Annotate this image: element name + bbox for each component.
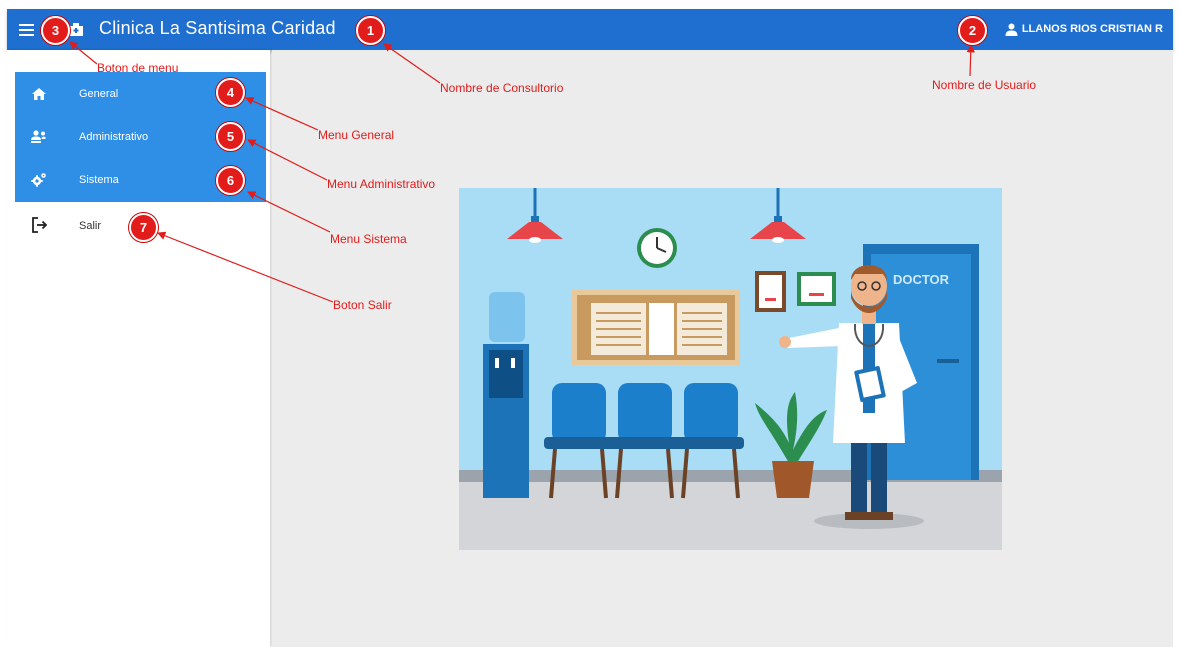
top-app-bar: Clinica La Santisima Caridad LLANOS RIOS… bbox=[7, 9, 1173, 50]
users-icon bbox=[31, 130, 46, 143]
annotation-label-7: Boton Salir bbox=[333, 298, 392, 312]
annotation-label-3: Boton de menu bbox=[97, 61, 179, 75]
user-icon bbox=[1005, 23, 1018, 36]
gears-icon bbox=[31, 173, 46, 187]
hamburger-icon-line bbox=[19, 29, 34, 31]
exit-icon bbox=[32, 217, 48, 233]
annotation-badge-5: 5 bbox=[216, 122, 245, 151]
annotation-label-6: Menu Sistema bbox=[330, 232, 407, 246]
exit-label: Salir bbox=[79, 220, 102, 232]
clinic-icon bbox=[69, 23, 83, 36]
menu-button[interactable] bbox=[17, 19, 37, 39]
sidebar-item-label: General bbox=[79, 88, 119, 100]
annotation-badge-3: 3 bbox=[41, 16, 70, 45]
hamburger-icon-line bbox=[19, 34, 34, 36]
user-menu[interactable]: LLANOS RIOS CRISTIAN R bbox=[1005, 21, 1163, 37]
annotation-label-4: Menu General bbox=[318, 128, 395, 142]
door-sign: DOCTOR bbox=[893, 272, 950, 287]
annotation-badge-6: 6 bbox=[216, 166, 245, 195]
sidebar-item-label: Administrativo bbox=[79, 131, 149, 143]
water-cooler bbox=[483, 292, 529, 498]
annotation-label-1: Nombre de Consultorio bbox=[440, 81, 564, 95]
waiting-room-illustration: DOCTOR bbox=[459, 188, 1002, 550]
home-icon bbox=[32, 88, 46, 100]
annotation-label-5: Menu Administrativo bbox=[327, 177, 436, 191]
annotation-label-2: Nombre de Usuario bbox=[932, 78, 1037, 92]
app-window: Clinica La Santisima Caridad LLANOS RIOS… bbox=[0, 0, 1180, 647]
sidebar-item-label: Sistema bbox=[79, 174, 119, 186]
notice-board bbox=[572, 290, 740, 365]
floor bbox=[459, 482, 1002, 550]
hamburger-icon bbox=[19, 24, 34, 26]
annotation-badge-7: 7 bbox=[129, 213, 158, 242]
user-name: LLANOS RIOS CRISTIAN R bbox=[1021, 23, 1163, 35]
clinic-name-title: Clinica La Santisima Caridad bbox=[99, 18, 336, 38]
annotation-badge-2: 2 bbox=[958, 16, 987, 45]
main-content: DOCTOR bbox=[272, 50, 1173, 647]
wall-clock bbox=[637, 228, 677, 268]
annotation-badge-1: 1 bbox=[356, 16, 385, 45]
annotation-badge-4: 4 bbox=[216, 78, 245, 107]
